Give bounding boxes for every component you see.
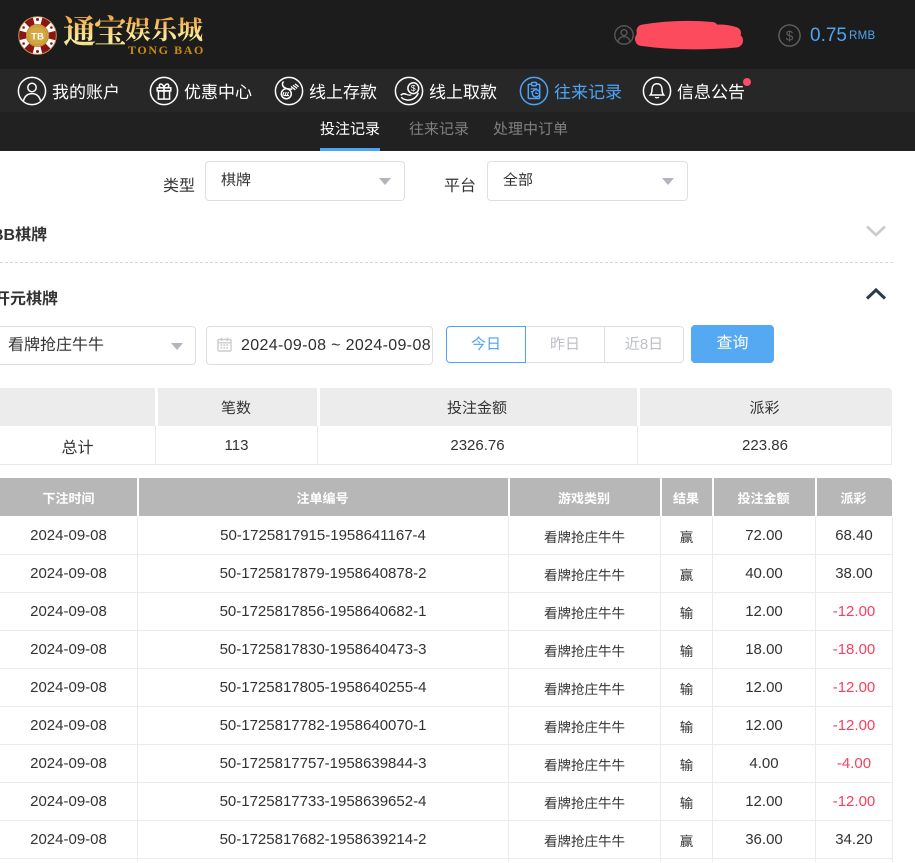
svg-text:$: $ bbox=[786, 28, 794, 43]
svg-text:$: $ bbox=[411, 83, 416, 93]
svg-text:TB: TB bbox=[31, 32, 44, 43]
